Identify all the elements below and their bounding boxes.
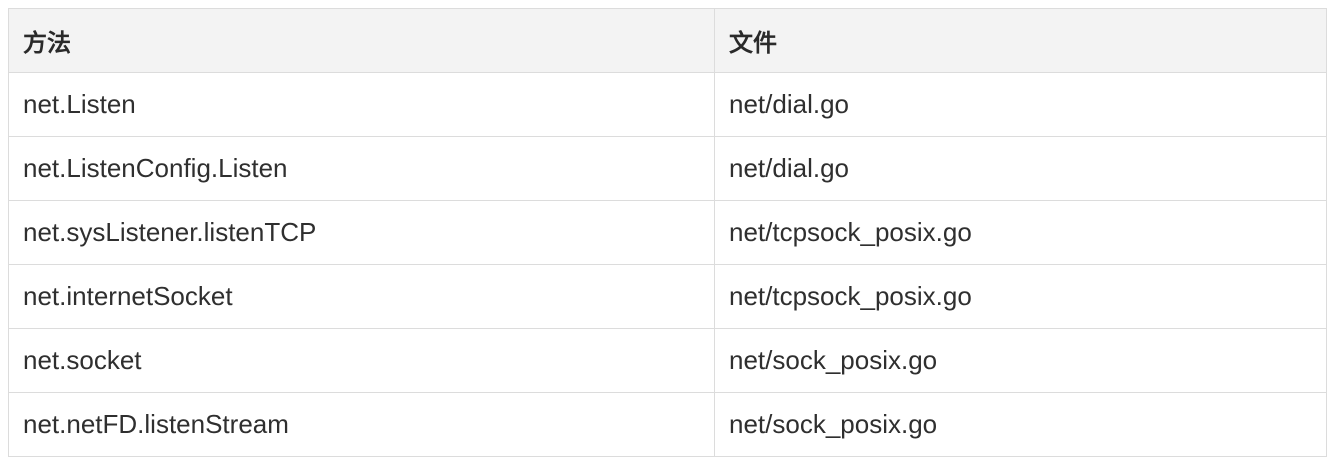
table-header: 方法 文件 [8, 8, 1327, 73]
file-cell: net/tcpsock_posix.go [714, 264, 1327, 329]
method-file-table-container: 方法 文件 net.Listen net/dial.go net.ListenC… [8, 8, 1327, 457]
method-cell: net.sysListener.listenTCP [8, 200, 715, 265]
table-row: net.netFD.listenStream net/sock_posix.go [8, 392, 1327, 457]
method-cell: net.internetSocket [8, 264, 715, 329]
header-method: 方法 [8, 8, 715, 73]
method-file-table: 方法 文件 net.Listen net/dial.go net.ListenC… [8, 8, 1327, 457]
table-row: net.socket net/sock_posix.go [8, 328, 1327, 393]
header-file: 文件 [714, 8, 1327, 73]
method-cell: net.socket [8, 328, 715, 393]
file-cell: net/sock_posix.go [714, 392, 1327, 457]
file-cell: net/dial.go [714, 72, 1327, 137]
method-cell: net.Listen [8, 72, 715, 137]
file-cell: net/tcpsock_posix.go [714, 200, 1327, 265]
table-row: net.ListenConfig.Listen net/dial.go [8, 136, 1327, 201]
method-cell: net.netFD.listenStream [8, 392, 715, 457]
table-row: net.internetSocket net/tcpsock_posix.go [8, 264, 1327, 329]
table-body: net.Listen net/dial.go net.ListenConfig.… [8, 72, 1327, 457]
method-cell: net.ListenConfig.Listen [8, 136, 715, 201]
header-row: 方法 文件 [8, 8, 1327, 73]
table-row: net.sysListener.listenTCP net/tcpsock_po… [8, 200, 1327, 265]
file-cell: net/sock_posix.go [714, 328, 1327, 393]
table-row: net.Listen net/dial.go [8, 72, 1327, 137]
file-cell: net/dial.go [714, 136, 1327, 201]
